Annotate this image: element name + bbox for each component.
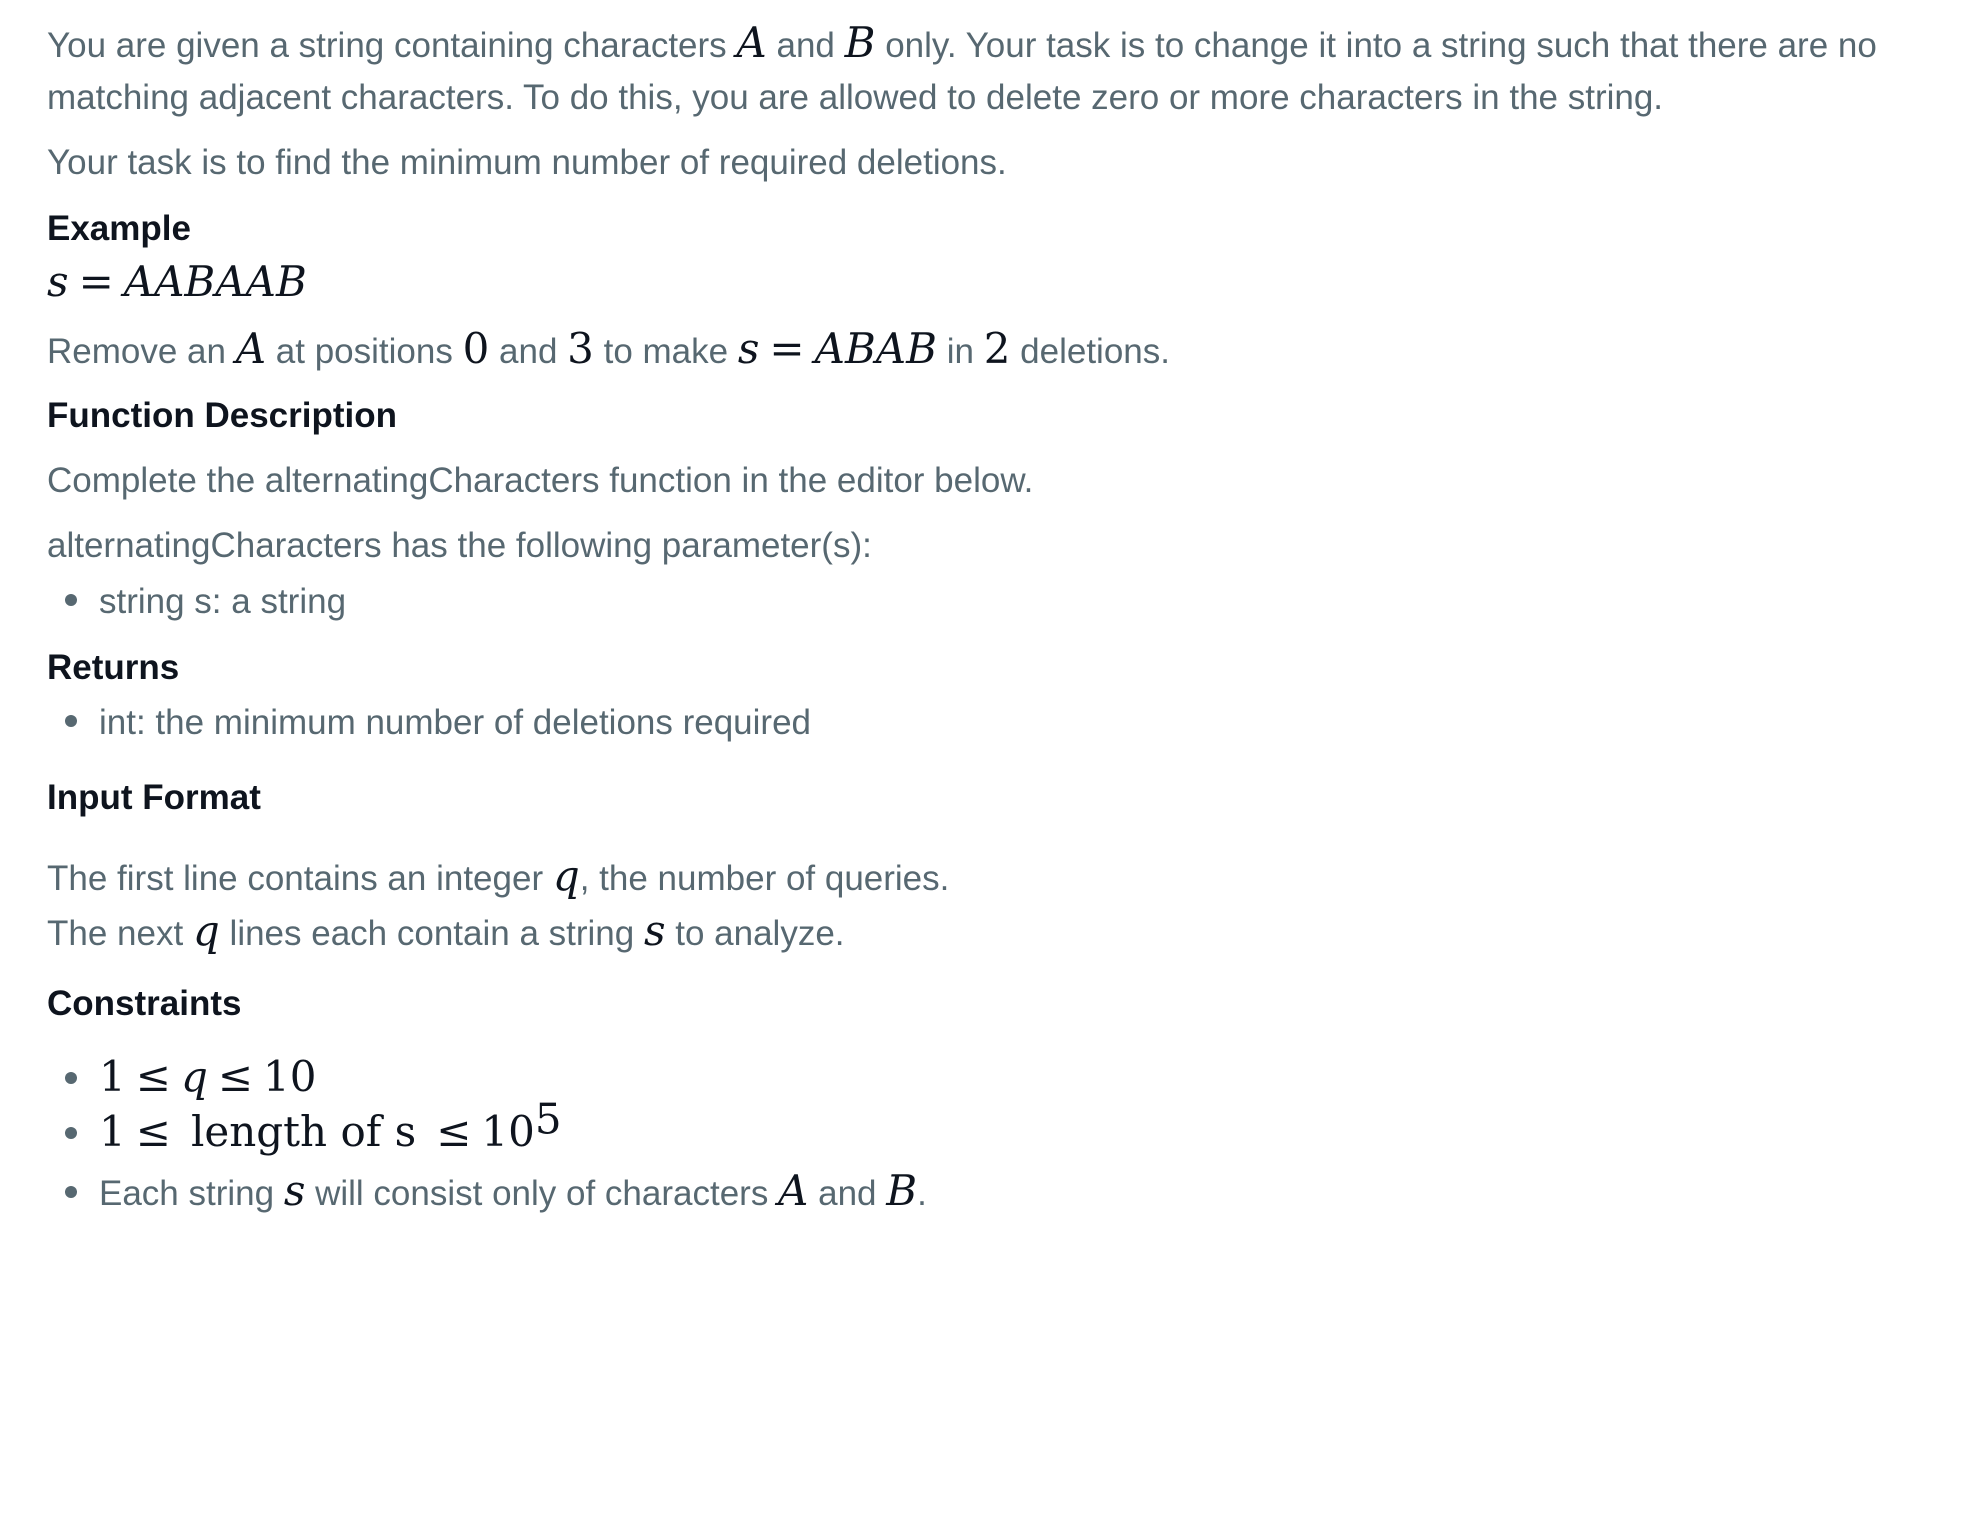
- text: The first line contains an integer: [47, 859, 553, 898]
- text: .: [917, 1174, 927, 1213]
- math-number: 1: [99, 1107, 126, 1156]
- input-format-heading: Input Format: [47, 778, 261, 817]
- list-item: int: the minimum number of deletions req…: [65, 705, 811, 740]
- intro-text: and: [766, 26, 845, 65]
- intro-line-2: matching adjacent characters. To do this…: [47, 80, 1663, 115]
- text: Remove an: [47, 332, 236, 371]
- intro-task: Your task is to find the minimum number …: [47, 145, 1007, 180]
- input-format-line-2: The next q lines each contain a string s…: [47, 910, 845, 952]
- bullet-icon: [65, 714, 77, 727]
- text: lines each contain a string: [219, 914, 644, 953]
- math-equals: =: [78, 257, 114, 306]
- math-exponent: 5: [534, 1094, 562, 1144]
- text: will consist only of characters: [305, 1174, 779, 1213]
- math-var-q: q: [552, 851, 580, 900]
- math-var-q: q: [192, 906, 220, 955]
- math-equals: =: [769, 324, 805, 373]
- example-explanation: Remove an A at positions 0 and 3 to make…: [47, 328, 1170, 370]
- text: to analyze.: [665, 914, 845, 953]
- bullet-icon: [65, 1185, 77, 1198]
- math-number: 0: [462, 324, 490, 373]
- math-var-a: A: [778, 1166, 809, 1215]
- intro-text: only. Your task is to change it into a s…: [875, 26, 1877, 65]
- text: and: [489, 332, 568, 371]
- math-var-q: q: [180, 1052, 208, 1101]
- list-item: 1 ≤ q ≤10: [65, 1056, 316, 1098]
- text: to make: [593, 332, 738, 371]
- math-string-value: AABAAB: [123, 257, 307, 306]
- math-text: length of s: [190, 1107, 417, 1156]
- math-var-s: s: [643, 906, 666, 955]
- list-item: string s: a string: [65, 584, 346, 619]
- intro-text: matching adjacent characters. To do this…: [47, 78, 1664, 117]
- function-description-text: Complete the alternatingCharacters funct…: [47, 461, 1034, 500]
- text: Each string: [99, 1174, 284, 1213]
- math-var-b: B: [844, 18, 876, 67]
- params-intro: alternatingCharacters has the following …: [47, 526, 872, 565]
- bullet-icon: [65, 593, 77, 606]
- list-item: Each string s will consist only of chara…: [65, 1170, 927, 1212]
- example-heading: Example: [47, 209, 191, 248]
- math-number: 3: [567, 324, 594, 373]
- returns-text: int: the minimum number of deletions req…: [99, 703, 812, 742]
- returns-heading: Returns: [47, 648, 180, 687]
- math-number: 10: [263, 1052, 317, 1101]
- intro-line-1: You are given a string containing charac…: [47, 22, 1877, 64]
- intro-task-text: Your task is to find the minimum number …: [47, 143, 1007, 182]
- param-text: string s: a string: [99, 582, 347, 621]
- bullet-icon: [65, 1126, 77, 1139]
- text: in: [937, 332, 984, 371]
- math-var-s: s: [47, 257, 69, 306]
- math-var-s: s: [283, 1166, 306, 1215]
- math-var-b: B: [886, 1166, 918, 1215]
- math-leq: ≤: [436, 1107, 472, 1156]
- math-var-s: s: [737, 324, 760, 373]
- text: and: [808, 1174, 887, 1213]
- example-s-value: s = AABAAB: [47, 261, 307, 303]
- math-number: 10: [481, 1107, 535, 1156]
- text: The next: [47, 914, 193, 953]
- input-format-line-1: The first line contains an integer q, th…: [47, 855, 949, 897]
- list-item: 1 ≤ length of s ≤105: [65, 1098, 562, 1153]
- math-leq: ≤: [217, 1052, 254, 1101]
- math-var-a: A: [235, 324, 267, 373]
- constraints-heading: Constraints: [47, 984, 242, 1023]
- math-number: 1: [99, 1052, 126, 1101]
- math-leq: ≤: [135, 1107, 171, 1156]
- math-var-a: A: [736, 18, 767, 67]
- intro-text: You are given a string containing charac…: [47, 26, 737, 65]
- function-description-heading: Function Description: [47, 396, 397, 435]
- text: deletions.: [1010, 332, 1170, 371]
- text: , the number of queries.: [579, 859, 950, 898]
- text: at positions: [266, 332, 463, 371]
- math-leq: ≤: [135, 1052, 171, 1101]
- math-number: 2: [983, 324, 1011, 373]
- math-string-value: ABAB: [814, 324, 937, 373]
- bullet-icon: [65, 1071, 77, 1084]
